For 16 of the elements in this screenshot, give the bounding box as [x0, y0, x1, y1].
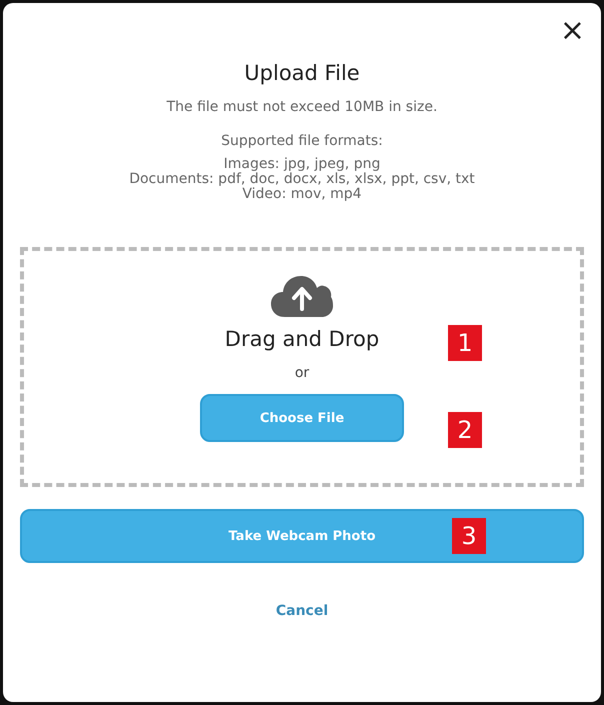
- format-line: Documents: pdf, doc, docx, xls, xlsx, ppt, csv, txt: [129, 172, 475, 187]
- drop-zone[interactable]: Drag and Drop or Choose File 1 2: [20, 247, 584, 487]
- step-marker: 3: [452, 518, 486, 554]
- drag-drop-heading: Drag and Drop: [224, 327, 380, 351]
- cloud-upload-icon: [271, 273, 333, 319]
- or-text: or: [294, 365, 310, 381]
- step-marker: 1: [448, 325, 482, 361]
- size-note: The file must not exceed 10MB in size.: [166, 99, 438, 115]
- formats-heading: Supported file formats:: [221, 134, 383, 149]
- step-marker: 2: [448, 412, 482, 448]
- dialog-title: Upload File: [244, 61, 360, 85]
- format-line: Video: mov, mp4: [242, 187, 362, 202]
- cancel-link[interactable]: Cancel: [276, 603, 328, 619]
- close-button[interactable]: ×: [556, 17, 589, 45]
- choose-file-button[interactable]: Choose File: [200, 394, 404, 442]
- format-line: Images: jpg, jpeg, png: [224, 157, 380, 172]
